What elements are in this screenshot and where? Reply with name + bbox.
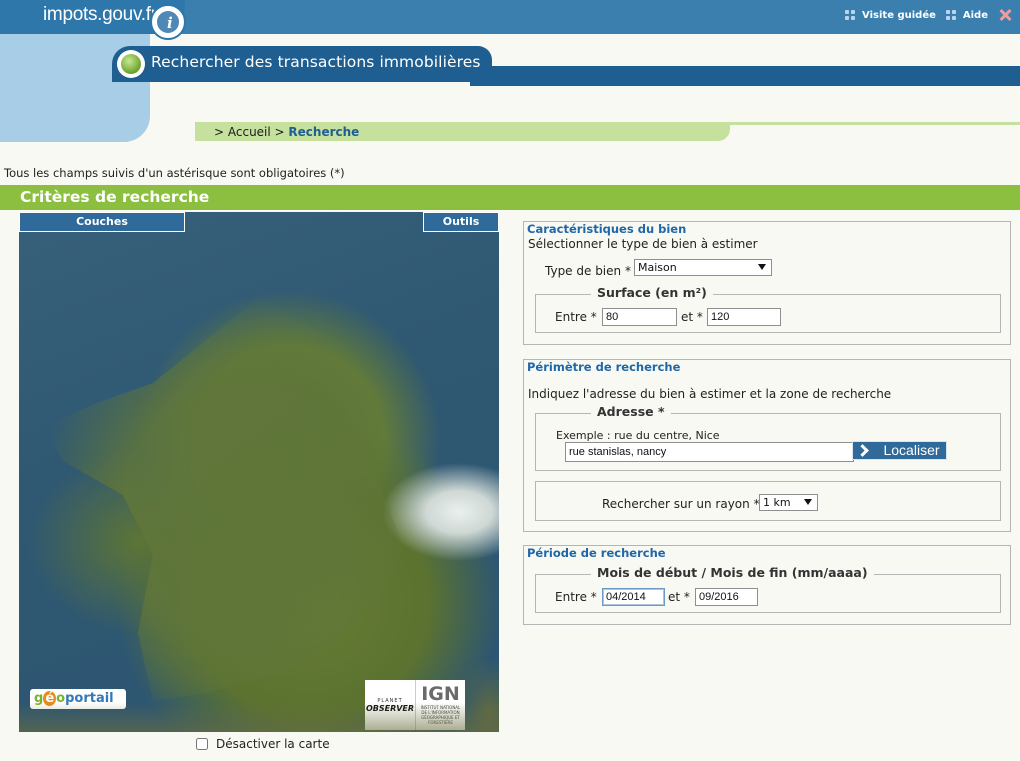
site-logo-link[interactable]: impots.gouv.fr (43, 4, 157, 26)
surface-legend: Surface (en m²) (591, 285, 713, 300)
info-icon: i (150, 4, 186, 40)
top-links: Visite guidée Aide (845, 8, 1012, 22)
period-and-label: et * (668, 590, 690, 604)
criteria-title: Critères de recherche (20, 188, 210, 206)
radius-select[interactable]: 1 km (759, 494, 818, 511)
satellite-map[interactable]: Couches Outils g é oportail PLANET OBSERVE… (19, 212, 499, 732)
info-glyph: i (167, 14, 173, 32)
required-fields-note: Tous les champs suivis d'un astérisque s… (4, 166, 345, 180)
radius-text: Rechercher sur un rayon (602, 497, 750, 511)
geoportail-logo[interactable]: g é oportail (30, 689, 126, 709)
between-text: Entre (555, 590, 587, 604)
layers-tab[interactable]: Couches (19, 212, 185, 232)
period-subfieldset: Mois de début / Mois de fin (mm/aaaa) En… (535, 565, 1001, 613)
surface-between-label: Entre * (555, 310, 597, 324)
geoportail-logo-o: o (56, 691, 66, 706)
period-between-label: Entre * (555, 590, 597, 604)
period-fieldset: Période de recherche Mois de début / Moi… (523, 545, 1011, 625)
surface-max-input[interactable] (707, 308, 781, 326)
surface-min-input[interactable] (602, 308, 677, 326)
surface-and-label: et * (681, 310, 703, 324)
property-type-value: Maison (638, 261, 677, 274)
radius-value: 1 km (763, 496, 791, 509)
site-header: impots.gouv.fr i Visite guidée Aide Rech… (0, 0, 1020, 145)
property-type-select[interactable]: Maison (634, 259, 772, 276)
grid-dots-icon (845, 9, 856, 21)
criteria-bar: Critères de recherche (0, 185, 1020, 210)
caret-down-icon (758, 264, 766, 270)
property-fieldset: Caractéristiques du bien Sélectionner le… (523, 221, 1011, 345)
and-text: et (681, 310, 694, 324)
required-asterisk: * (590, 590, 597, 604)
tools-tab[interactable]: Outils (423, 212, 499, 232)
header-right-band (470, 66, 1020, 88)
required-asterisk: * (683, 590, 690, 604)
required-asterisk: * (696, 310, 703, 324)
globe-icon (117, 50, 145, 78)
property-type-label: Type de bien * (545, 264, 631, 278)
property-type-text: Type de bien (545, 264, 622, 278)
radius-label: Rechercher sur un rayon * (602, 497, 760, 511)
ign-subtitle: INSTITUT NATIONAL DE L'INFORMATION GÉOGR… (420, 705, 461, 725)
address-legend: Adresse * (591, 404, 671, 419)
geoportail-logo-g: g (34, 691, 44, 706)
help-link[interactable]: Aide (963, 10, 988, 21)
planet-observer-logo[interactable]: PLANET OBSERVER (365, 680, 415, 730)
property-title: Caractéristiques du bien (527, 222, 687, 236)
breadcrumb-current: Recherche (288, 125, 360, 139)
locate-button[interactable]: Localiser (852, 441, 947, 460)
between-text: Entre (555, 310, 587, 324)
breadcrumb-separator: > (270, 125, 289, 139)
perimeter-instruction: Indiquez l'adresse du bien à estimer et … (528, 387, 892, 401)
address-input[interactable] (565, 442, 854, 462)
address-example: Exemple : rue du centre, Nice (556, 429, 720, 442)
required-asterisk: * (590, 310, 597, 324)
breadcrumb-line (728, 122, 1020, 125)
locate-button-label: Localiser (883, 442, 940, 458)
period-start-input[interactable] (602, 588, 665, 606)
close-icon[interactable] (998, 8, 1012, 22)
property-instruction: Sélectionner le type de bien à estimer (528, 237, 758, 251)
caret-down-icon (804, 499, 812, 505)
ign-logo[interactable]: IGN INSTITUT NATIONAL DE L'INFORMATION G… (415, 680, 465, 730)
ign-mark: IGN (421, 683, 460, 705)
and-text: et (668, 590, 681, 604)
perimeter-title: Périmètre de recherche (527, 360, 681, 374)
disable-map-label: Désactiver la carte (216, 737, 330, 751)
geoportail-logo-e: é (43, 691, 57, 706)
surface-fieldset: Surface (en m²) Entre * et * (535, 285, 1001, 333)
radius-fieldset: Rechercher sur un rayon * 1 km (535, 481, 1001, 521)
planet-observer-bottom: OBSERVER (365, 703, 415, 713)
planet-observer-top: PLANET (377, 697, 403, 704)
required-asterisk: * (624, 264, 631, 278)
disable-map-option[interactable]: Désactiver la carte (196, 737, 330, 751)
period-legend: Mois de début / Mois de fin (mm/aaaa) (591, 565, 874, 580)
chevron-right-icon (858, 446, 867, 455)
period-title: Période de recherche (527, 546, 666, 560)
grid-dots-icon (945, 9, 957, 21)
breadcrumb: > Accueil > Recherche (214, 125, 359, 139)
geoportail-logo-portail: portail (65, 691, 114, 706)
breadcrumb-home-link[interactable]: > Accueil (214, 125, 271, 139)
guided-tour-link[interactable]: Visite guidée (862, 10, 936, 21)
disable-map-checkbox[interactable] (196, 738, 208, 750)
page-title: Rechercher des transactions immobilières (151, 53, 481, 71)
period-end-input[interactable] (695, 588, 758, 606)
